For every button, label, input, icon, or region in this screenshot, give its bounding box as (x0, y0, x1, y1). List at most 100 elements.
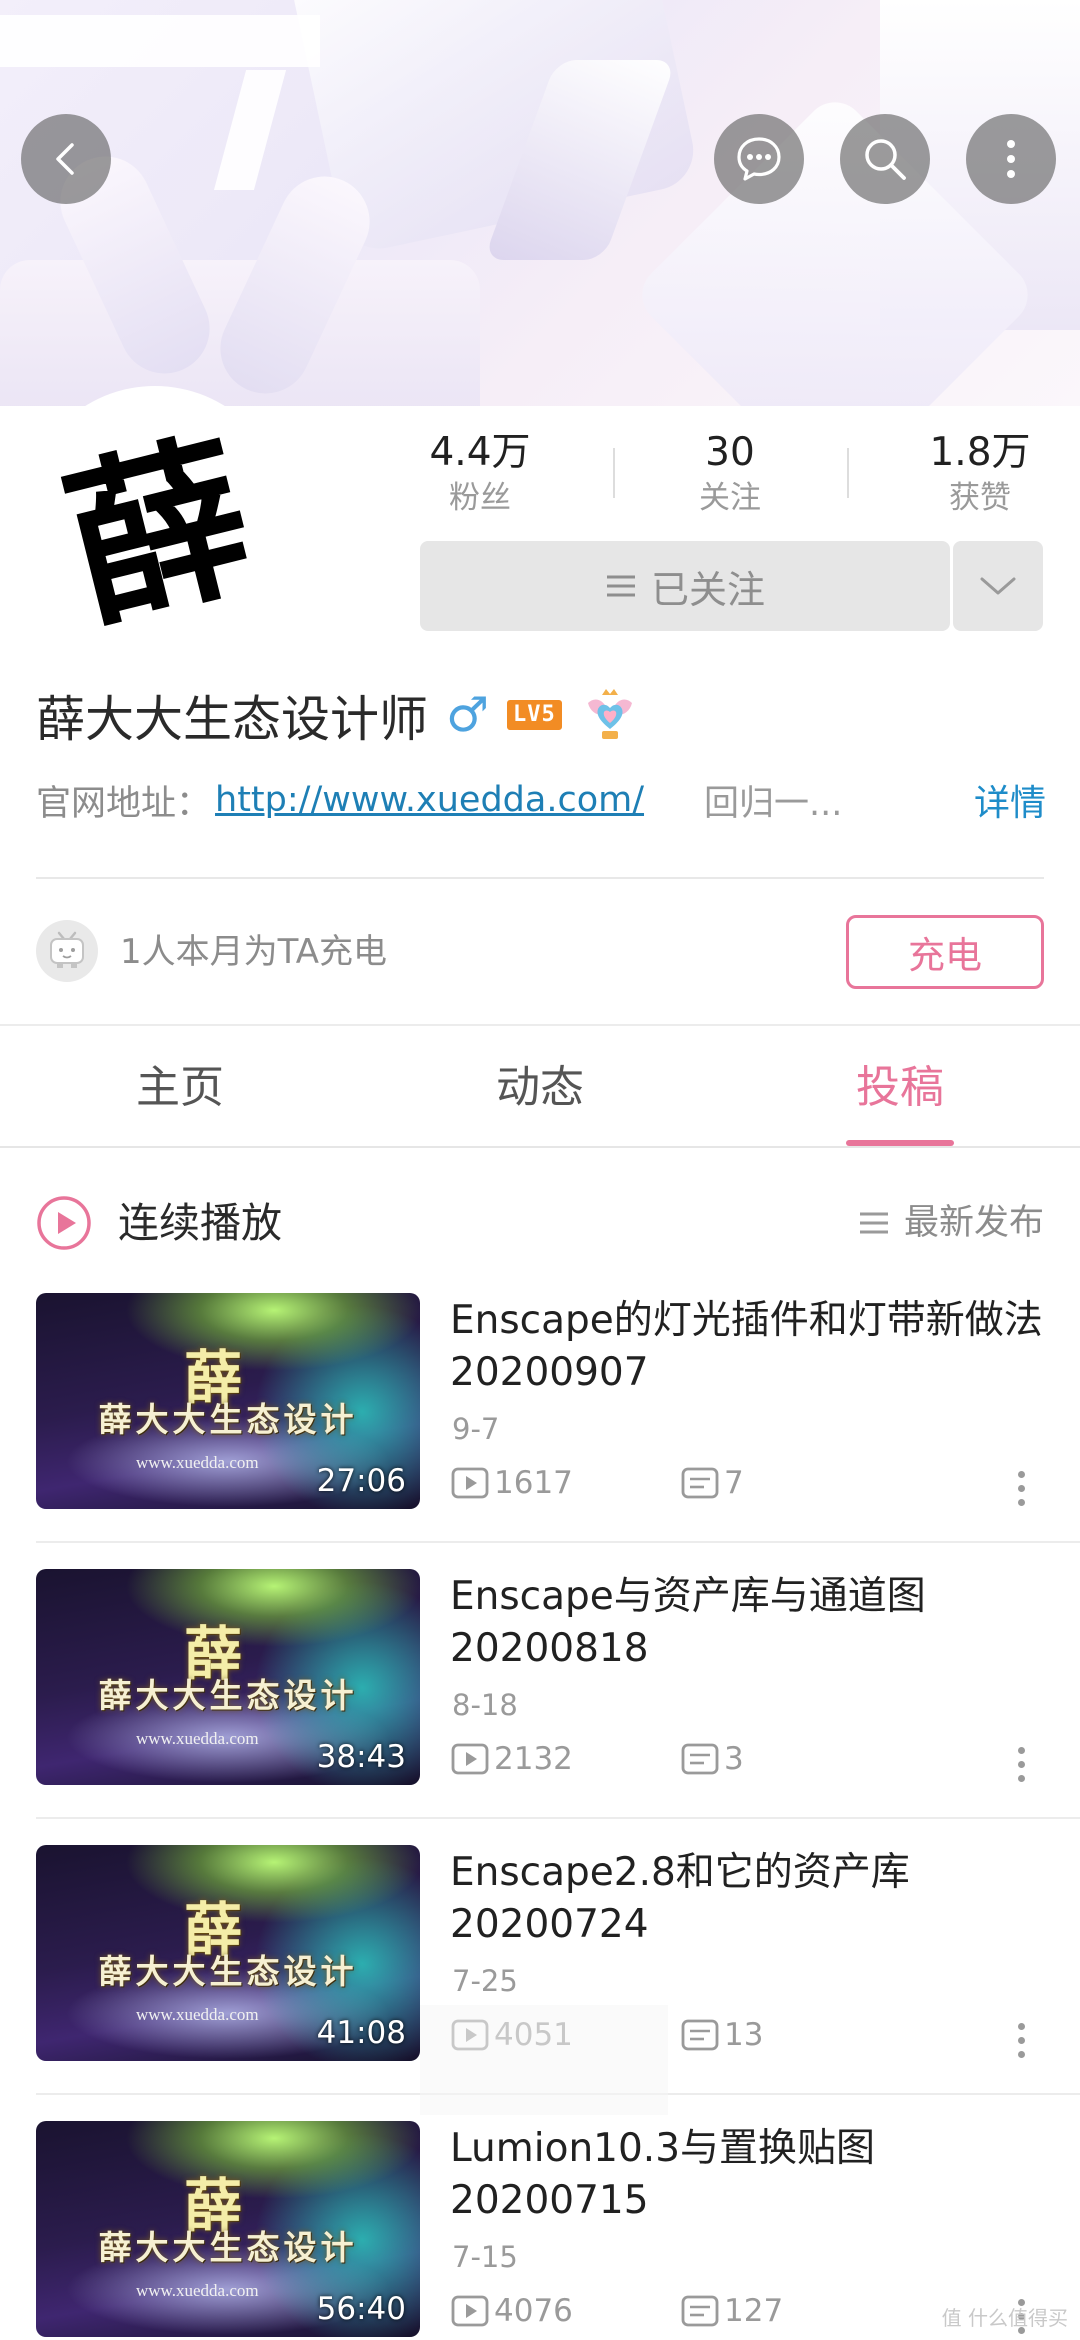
followed-button-label: 已关注 (650, 567, 765, 612)
stat-fans-value: 4.4万 (429, 430, 531, 475)
divider (36, 1541, 1080, 1543)
video-duration: 56:40 (316, 2291, 406, 2327)
tv-mascot-icon (50, 931, 84, 968)
comment-count-value: 7 (724, 1465, 744, 1501)
divider (847, 448, 849, 498)
stat-following[interactable]: 30 关注 (630, 428, 830, 518)
floating-overlay (420, 2005, 668, 2115)
comment-icon (681, 1743, 719, 1775)
video-item[interactable]: 薛 薛大大生态设计 www.xuedda.com 38:43 Enscape与资… (0, 1569, 1080, 1845)
divider (613, 448, 615, 498)
video-thumbnail[interactable]: 薛 薛大大生态设计 www.xuedda.com 41:08 (36, 1845, 420, 2061)
thumbnail-title: 薛大大生态设计 (98, 1400, 358, 1439)
view-count: 2132 (450, 1741, 680, 1777)
level-badge: LV5 (507, 700, 562, 730)
thumbnail-title: 薛大大生态设计 (98, 1676, 358, 1715)
comment-count: 3 (680, 1741, 744, 1777)
divider (0, 1146, 1080, 1148)
video-meta: 4076 127 (450, 2293, 783, 2329)
stat-fans[interactable]: 4.4万 粉丝 (380, 428, 580, 518)
comment-count-value: 3 (724, 1741, 744, 1777)
sort-selector[interactable]: 最新发布 (858, 1196, 1044, 1250)
play-circle-icon[interactable] (36, 1195, 92, 1251)
video-title[interactable]: Enscape与资产库与通道图20200818 (450, 1571, 1044, 1675)
charge-button[interactable]: 充电 (846, 915, 1044, 989)
website-link[interactable]: http://www.xuedda.com/ (215, 780, 644, 820)
more-vertical-icon (1007, 140, 1015, 178)
view-count-value: 4076 (494, 2293, 573, 2329)
more-vertical-icon[interactable] (1006, 1739, 1036, 1789)
charger-avatar[interactable] (36, 920, 98, 982)
continuous-play-label[interactable]: 连续播放 (118, 1192, 282, 1254)
divider (36, 1817, 1080, 1819)
comment-count: 13 (680, 2017, 763, 2053)
video-date: 7-15 (452, 2240, 518, 2274)
thumbnail-url: www.xuedda.com (136, 1453, 259, 1472)
name-row: 薛大大生态设计师 ♂ LV5 (36, 680, 640, 750)
more-vertical-icon[interactable] (1006, 2015, 1036, 2065)
video-duration: 38:43 (316, 1739, 406, 1775)
divider (0, 1024, 1080, 1026)
signature-text: 回归一... (704, 783, 843, 824)
play-count-icon (451, 1743, 489, 1775)
thumbnail-url: www.xuedda.com (136, 2005, 259, 2024)
video-duration: 27:06 (316, 1463, 406, 1499)
heart-wings-badge-icon[interactable] (580, 685, 640, 745)
stat-likes-value: 1.8万 (929, 430, 1031, 475)
search-icon (865, 139, 906, 180)
more-vertical-icon[interactable] (1006, 1463, 1036, 1513)
divider (36, 877, 1044, 879)
comment-icon (681, 2019, 719, 2051)
male-icon: ♂ (446, 687, 490, 743)
back-button[interactable] (21, 114, 111, 204)
video-item[interactable]: 薛 薛大大生态设计 www.xuedda.com 27:06 Enscape的灯… (0, 1293, 1080, 1569)
chat-bubble-icon (737, 137, 781, 181)
video-date: 8-18 (452, 1688, 518, 1722)
comment-count: 127 (680, 2293, 783, 2329)
tab-dynamic[interactable]: 动态 (420, 1055, 660, 1121)
video-thumbnail[interactable]: 薛 薛大大生态设计 www.xuedda.com 27:06 (36, 1293, 420, 1509)
comment-count: 7 (680, 1465, 744, 1501)
comment-count-value: 13 (724, 2017, 764, 2053)
video-item[interactable]: 薛 薛大大生态设计 www.xuedda.com 56:40 Lumion10.… (0, 2121, 1080, 2340)
website-row: 官网地址： http://www.xuedda.com/ 回归一... 详情 (36, 772, 1046, 828)
watermark: 值 什么值得买 (941, 2306, 1068, 2330)
play-count-icon (451, 2295, 489, 2327)
charge-summary[interactable]: 1人本月为TA充电 (120, 927, 387, 977)
thumbnail-url: www.xuedda.com (136, 1729, 259, 1748)
followed-button[interactable]: 已关注 (420, 541, 950, 631)
tab-submissions[interactable]: 投稿 (780, 1055, 1020, 1121)
menu-lines-icon (606, 575, 635, 597)
tab-home[interactable]: 主页 (60, 1055, 300, 1121)
chevron-down-icon (980, 577, 1016, 595)
recommend-dropdown-button[interactable] (953, 541, 1043, 631)
thumbnail-url: www.xuedda.com (136, 2281, 259, 2300)
detail-link[interactable]: 详情 (974, 774, 1046, 826)
video-thumbnail[interactable]: 薛 薛大大生态设计 www.xuedda.com 38:43 (36, 1569, 420, 1785)
more-button[interactable] (966, 114, 1056, 204)
stat-likes-label: 获赞 (949, 480, 1011, 516)
video-title[interactable]: Enscape2.8和它的资产库20200724 (450, 1847, 1044, 1951)
comment-icon (681, 1467, 719, 1499)
comment-count-value: 127 (724, 2293, 784, 2329)
view-count-value: 2132 (494, 1741, 573, 1777)
video-duration: 41:08 (316, 2015, 406, 2051)
video-date: 9-7 (452, 1412, 500, 1446)
website-label: 官网地址： (36, 783, 212, 824)
video-meta: 1617 7 (450, 1465, 744, 1501)
profile-banner (0, 0, 1080, 406)
video-date: 7-25 (452, 1964, 518, 1998)
search-button[interactable] (840, 114, 930, 204)
play-count-icon (451, 1467, 489, 1499)
sort-lines-icon (859, 1212, 888, 1234)
video-thumbnail[interactable]: 薛 薛大大生态设计 www.xuedda.com 56:40 (36, 2121, 420, 2337)
video-title[interactable]: Enscape的灯光插件和灯带新做法20200907 (450, 1295, 1044, 1399)
message-button[interactable] (714, 114, 804, 204)
video-meta: 2132 3 (450, 1741, 744, 1777)
stat-following-value: 30 (705, 430, 755, 475)
thumbnail-title: 薛大大生态设计 (98, 2228, 358, 2267)
status-bar-mask (0, 15, 320, 67)
view-count-value: 1617 (494, 1465, 573, 1501)
video-title[interactable]: Lumion10.3与置换贴图20200715 (450, 2123, 1044, 2227)
stat-likes[interactable]: 1.8万 获赞 (880, 428, 1080, 518)
